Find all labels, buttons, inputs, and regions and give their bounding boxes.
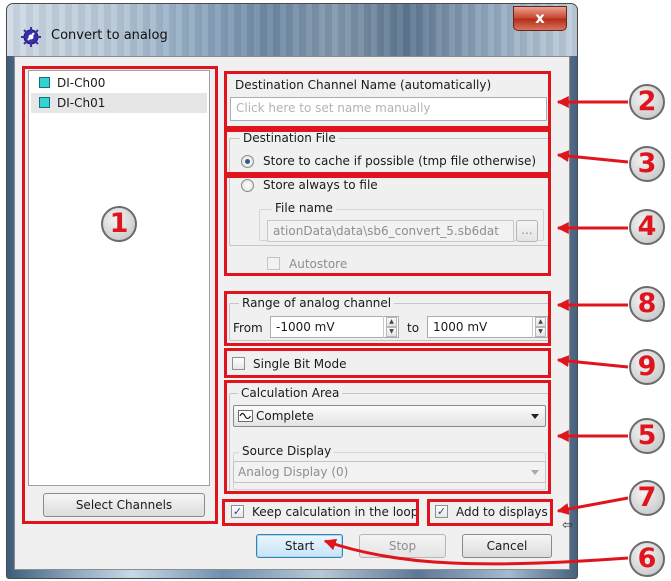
close-button[interactable]: x (513, 6, 567, 31)
annotation-box-7 (427, 499, 553, 526)
callout-badge-9: 9 (629, 349, 665, 385)
window-title: Convert to analog (51, 28, 168, 43)
title-bar[interactable]: Convert to analog x (7, 4, 577, 56)
annotation-box-2 (224, 71, 551, 129)
stop-label: Stop (388, 539, 417, 553)
cancel-label: Cancel (486, 539, 528, 553)
cancel-button[interactable]: Cancel (462, 534, 552, 558)
annotation-box-1 (22, 66, 218, 524)
resize-cursor-icon: ⇦ (562, 518, 573, 533)
annotation-box-9 (224, 348, 551, 378)
close-icon: x (535, 9, 545, 27)
start-label: Start (284, 539, 315, 553)
callout-badge-6: 6 (629, 541, 665, 577)
stop-button: Stop (359, 534, 446, 558)
start-button[interactable]: Start (256, 534, 343, 558)
callout-badge-4: 4 (629, 209, 665, 245)
callout-badge-7: 7 (629, 480, 665, 516)
annotation-box-3 (224, 129, 551, 175)
callout-badge-2: 2 (629, 84, 665, 120)
app-icon (21, 27, 41, 47)
callout-badge-1: 1 (101, 206, 137, 242)
callout-badge-5: 5 (629, 418, 665, 454)
annotation-box-5 (224, 380, 551, 494)
callout-badge-8: 8 (629, 286, 665, 322)
callout-badge-3: 3 (629, 146, 665, 182)
annotation-box-4 (224, 175, 551, 276)
annotation-box-8 (224, 291, 551, 346)
annotation-box-keep-loop (222, 499, 419, 526)
